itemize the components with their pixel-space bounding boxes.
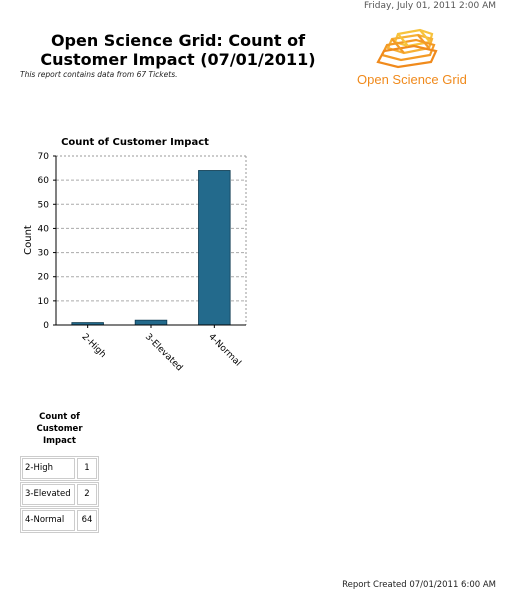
report-title: Open Science Grid: Count of Customer Imp… (20, 31, 336, 69)
bar (134, 319, 168, 326)
bar (198, 170, 231, 326)
y-tick-label: 50 (38, 200, 50, 210)
table-cell-label: 2-High (22, 458, 75, 479)
table-row: 4-Normal 64 (20, 508, 99, 533)
chart-title: Count of Customer Impact (61, 137, 209, 148)
table-cell-label: 3-Elevated (22, 484, 75, 505)
report-subtitle: This report contains data from 67 Ticket… (20, 70, 178, 79)
table-header: Count of Customer Impact (20, 411, 99, 447)
x-tick-label: 3-Elevated (143, 332, 184, 373)
y-tick-label: 20 (38, 273, 50, 283)
table-row: 2-High 1 (20, 456, 99, 481)
table-cell-label: 4-Normal (22, 510, 75, 531)
table-header-line: Impact (43, 436, 76, 446)
y-tick-label: 70 (38, 152, 50, 162)
table-cell-value: 2 (77, 484, 97, 505)
table-cell-value: 64 (77, 510, 97, 531)
customer-impact-chart: Count of Customer Impact Count 0 10 20 30 40… (23, 137, 247, 373)
report-datetime: Friday, July 01, 2011 2:00 AM (364, 1, 496, 11)
y-tick-label: 30 (38, 249, 50, 259)
y-axis-label: Count (23, 225, 34, 255)
y-tick-label: 60 (38, 176, 50, 186)
y-tick-label: 10 (38, 297, 50, 307)
table-row: 3-Elevated 2 (20, 482, 99, 507)
logo-text: Open Science Grid (357, 72, 467, 87)
y-tick-label: 40 (38, 224, 50, 234)
y-axis-ticks: 0 10 20 30 40 50 60 70 (38, 152, 57, 331)
table-header-line: Count of (39, 412, 80, 422)
report-title-line1: Open Science Grid: Count of (50, 31, 306, 50)
y-tick-label: 0 (43, 321, 49, 331)
report-title-line2: Customer Impact (07/01/2011) (40, 50, 316, 69)
chart-bars (71, 170, 231, 326)
report-created-footer: Report Created 07/01/2011 6:00 AM (342, 580, 496, 590)
x-axis-ticks: 2-High 3-Elevated 4-Normal (56, 324, 246, 373)
customer-impact-table: Count of Customer Impact 2-High 1 3-Elev… (20, 411, 99, 534)
x-tick-label: 2-High (80, 332, 108, 360)
table-cell-value: 1 (77, 458, 97, 479)
table-header-line: Customer (36, 424, 83, 434)
x-tick-label: 4-Normal (206, 332, 242, 368)
